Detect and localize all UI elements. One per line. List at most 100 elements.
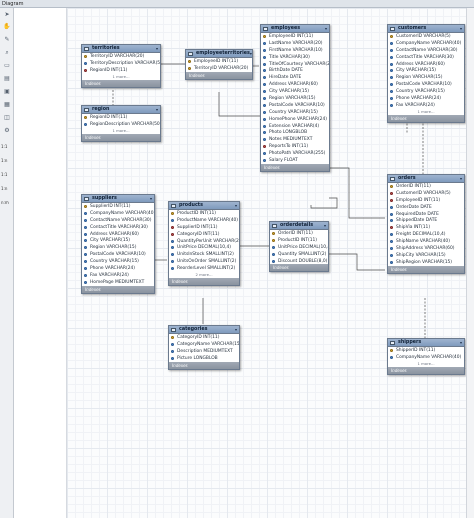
column-row[interactable]: UnitsOnOrder SMALLINT(2) bbox=[169, 258, 239, 265]
table-header[interactable]: orders ▾ bbox=[388, 175, 464, 183]
collapse-icon[interactable]: ▾ bbox=[156, 107, 160, 112]
column-row[interactable]: PostalCode VARCHAR(10) bbox=[388, 81, 464, 88]
column-row[interactable]: OrderID INT(11) bbox=[388, 183, 464, 190]
column-row[interactable]: RegionDescription VARCHAR(50) bbox=[82, 121, 160, 128]
column-row[interactable]: Quantity SMALLINT(2) bbox=[270, 251, 328, 258]
table-products[interactable]: products ▾ ProductID INT(11) ProductName VA… bbox=[168, 201, 240, 287]
column-row[interactable]: Address VARCHAR(60) bbox=[388, 61, 464, 68]
column-row[interactable]: OrderDate DATE bbox=[388, 204, 464, 211]
collapse-icon[interactable]: ▾ bbox=[460, 340, 464, 345]
column-row[interactable]: CompanyName VARCHAR(40) bbox=[388, 354, 464, 361]
hand-icon[interactable]: ✋ bbox=[2, 23, 12, 31]
column-row[interactable]: City VARCHAR(15) bbox=[261, 88, 329, 95]
pointer-icon[interactable]: ➤ bbox=[2, 11, 12, 19]
eraser-icon[interactable]: ✎ bbox=[2, 36, 12, 44]
indexes-footer[interactable]: Indexes bbox=[270, 264, 328, 272]
collapse-icon[interactable]: ▾ bbox=[325, 26, 329, 31]
column-row[interactable]: UnitPrice DECIMAL(10,4) bbox=[169, 244, 239, 251]
table-employeeterritories[interactable]: employeeterritories ▾ EmployeeID INT(11) Te… bbox=[185, 49, 253, 80]
indexes-footer[interactable]: Indexes bbox=[186, 71, 252, 79]
column-row[interactable]: BirthDate DATE bbox=[261, 67, 329, 74]
column-row[interactable]: UnitPrice DECIMAL(10,4) bbox=[270, 244, 328, 251]
text-icon[interactable]: ▤ bbox=[2, 75, 12, 83]
magnify-icon[interactable]: ⌕ bbox=[2, 49, 12, 57]
table-header[interactable]: region ▾ bbox=[82, 106, 160, 114]
column-row[interactable]: QuantityPerUnit VARCHAR(20) bbox=[169, 238, 239, 245]
column-row[interactable]: Country VARCHAR(15) bbox=[261, 109, 329, 116]
column-row[interactable]: HireDate DATE bbox=[261, 74, 329, 81]
column-row[interactable]: Fax VARCHAR(24) bbox=[82, 272, 154, 279]
table-orders[interactable]: orders ▾ OrderID INT(11) CustomerID VARCHAR… bbox=[387, 174, 465, 274]
collapse-icon[interactable]: ▾ bbox=[324, 223, 328, 228]
column-row[interactable]: EmployeeID INT(11) bbox=[388, 197, 464, 204]
collapse-icon[interactable]: ▾ bbox=[150, 196, 154, 201]
column-row[interactable]: UnitsInStock SMALLINT(2) bbox=[169, 251, 239, 258]
column-row[interactable]: ReorderLevel SMALLINT(2) bbox=[169, 265, 239, 272]
column-row[interactable]: Description MEDIUMTEXT bbox=[169, 348, 239, 355]
column-row[interactable]: Discount DOUBLE(8,0) bbox=[270, 258, 328, 265]
column-row[interactable]: EmployeeID INT(11) bbox=[261, 33, 329, 40]
column-row[interactable]: Picture LONGBLOB bbox=[169, 355, 239, 362]
column-row[interactable]: CustomerID VARCHAR(5) bbox=[388, 33, 464, 40]
column-row[interactable]: City VARCHAR(15) bbox=[388, 67, 464, 74]
column-row[interactable]: RequiredDate DATE bbox=[388, 211, 464, 218]
indexes-footer[interactable]: Indexes bbox=[388, 265, 464, 273]
column-row[interactable]: CompanyName VARCHAR(40) bbox=[82, 210, 154, 217]
table-shippers[interactable]: shippers ▾ ShipperID INT(11) CompanyName VA… bbox=[387, 338, 465, 375]
table-header[interactable]: orderdetails ▾ bbox=[270, 222, 328, 230]
table-header[interactable]: territories ▾ bbox=[82, 45, 160, 53]
column-row[interactable]: RegionID INT(11) bbox=[82, 67, 160, 74]
indexes-footer[interactable]: Indexes bbox=[388, 114, 464, 122]
column-row[interactable]: ContactTitle VARCHAR(30) bbox=[388, 54, 464, 61]
indexes-footer[interactable]: Indexes bbox=[169, 361, 239, 369]
column-row[interactable]: Phone VARCHAR(24) bbox=[388, 95, 464, 102]
indexes-footer[interactable]: Indexes bbox=[169, 278, 239, 286]
relation-1-1-tool[interactable]: 1:1 bbox=[1, 144, 7, 149]
table-orderdetails[interactable]: orderdetails ▾ OrderID INT(11) ProductID IN… bbox=[269, 221, 329, 273]
column-row[interactable]: ContactName VARCHAR(30) bbox=[388, 47, 464, 54]
column-row[interactable]: CompanyName VARCHAR(40) bbox=[388, 40, 464, 47]
column-row[interactable]: Freight DECIMAL(10,4) bbox=[388, 231, 464, 238]
column-row[interactable]: TitleOfCourtesy VARCHAR(25) bbox=[261, 61, 329, 68]
column-row[interactable]: ContactTitle VARCHAR(30) bbox=[82, 224, 154, 231]
column-row[interactable]: ReportsTo INT(11) bbox=[261, 143, 329, 150]
column-row[interactable]: TerritoryID VARCHAR(20) bbox=[186, 65, 252, 72]
column-row[interactable]: ProductID INT(11) bbox=[270, 237, 328, 244]
column-row[interactable]: ShippedDate DATE bbox=[388, 217, 464, 224]
column-row[interactable]: Salary FLOAT bbox=[261, 157, 329, 164]
indexes-footer[interactable]: Indexes bbox=[82, 133, 160, 141]
column-row[interactable]: RegionID INT(11) bbox=[82, 114, 160, 121]
table-header[interactable]: shippers ▾ bbox=[388, 339, 464, 347]
column-row[interactable]: Fax VARCHAR(24) bbox=[388, 102, 464, 109]
column-row[interactable]: Title VARCHAR(30) bbox=[261, 54, 329, 61]
indexes-footer[interactable]: Indexes bbox=[261, 163, 329, 171]
column-row[interactable]: HomePhone VARCHAR(24) bbox=[261, 116, 329, 123]
table-header[interactable]: employees ▾ bbox=[261, 25, 329, 33]
column-row[interactable]: CategoryName VARCHAR(15) bbox=[169, 341, 239, 348]
column-row[interactable]: SupplierID INT(11) bbox=[169, 224, 239, 231]
table-header[interactable]: suppliers ▾ bbox=[82, 195, 154, 203]
column-row[interactable]: Country VARCHAR(15) bbox=[388, 88, 464, 95]
layer-icon[interactable]: ▭ bbox=[2, 62, 12, 70]
column-row[interactable]: Address VARCHAR(60) bbox=[261, 81, 329, 88]
column-row[interactable]: Region VARCHAR(15) bbox=[82, 244, 154, 251]
table-territories[interactable]: territories ▾ TerritoryID VARCHAR(20) Terri… bbox=[81, 44, 161, 88]
column-row[interactable]: TerritoryID VARCHAR(20) bbox=[82, 53, 160, 60]
table-customers[interactable]: customers ▾ CustomerID VARCHAR(5) CompanyNa… bbox=[387, 24, 465, 123]
column-row[interactable]: Address VARCHAR(60) bbox=[82, 231, 154, 238]
routine-icon[interactable]: ⚙ bbox=[2, 127, 12, 135]
view-icon[interactable]: ◫ bbox=[2, 114, 12, 122]
column-row[interactable]: EmployeeID INT(11) bbox=[186, 58, 252, 65]
table-header[interactable]: categories ▾ bbox=[169, 326, 239, 334]
column-row[interactable]: ShipperID INT(11) bbox=[388, 347, 464, 354]
diagram-canvas[interactable]: territories ▾ TerritoryID VARCHAR(20) Terri… bbox=[66, 8, 466, 518]
column-row[interactable]: PostalCode VARCHAR(10) bbox=[82, 251, 154, 258]
column-row[interactable]: ShipAddress VARCHAR(60) bbox=[388, 245, 464, 252]
table-header[interactable]: products ▾ bbox=[169, 202, 239, 210]
column-row[interactable]: ContactName VARCHAR(30) bbox=[82, 217, 154, 224]
table-employees[interactable]: employees ▾ EmployeeID INT(11) LastName VAR… bbox=[260, 24, 330, 172]
column-row[interactable]: City VARCHAR(15) bbox=[82, 237, 154, 244]
column-row[interactable]: ProductID INT(11) bbox=[169, 210, 239, 217]
relation-1-n-tool[interactable]: 1:n bbox=[1, 158, 7, 163]
indexes-footer[interactable]: Indexes bbox=[388, 366, 464, 374]
